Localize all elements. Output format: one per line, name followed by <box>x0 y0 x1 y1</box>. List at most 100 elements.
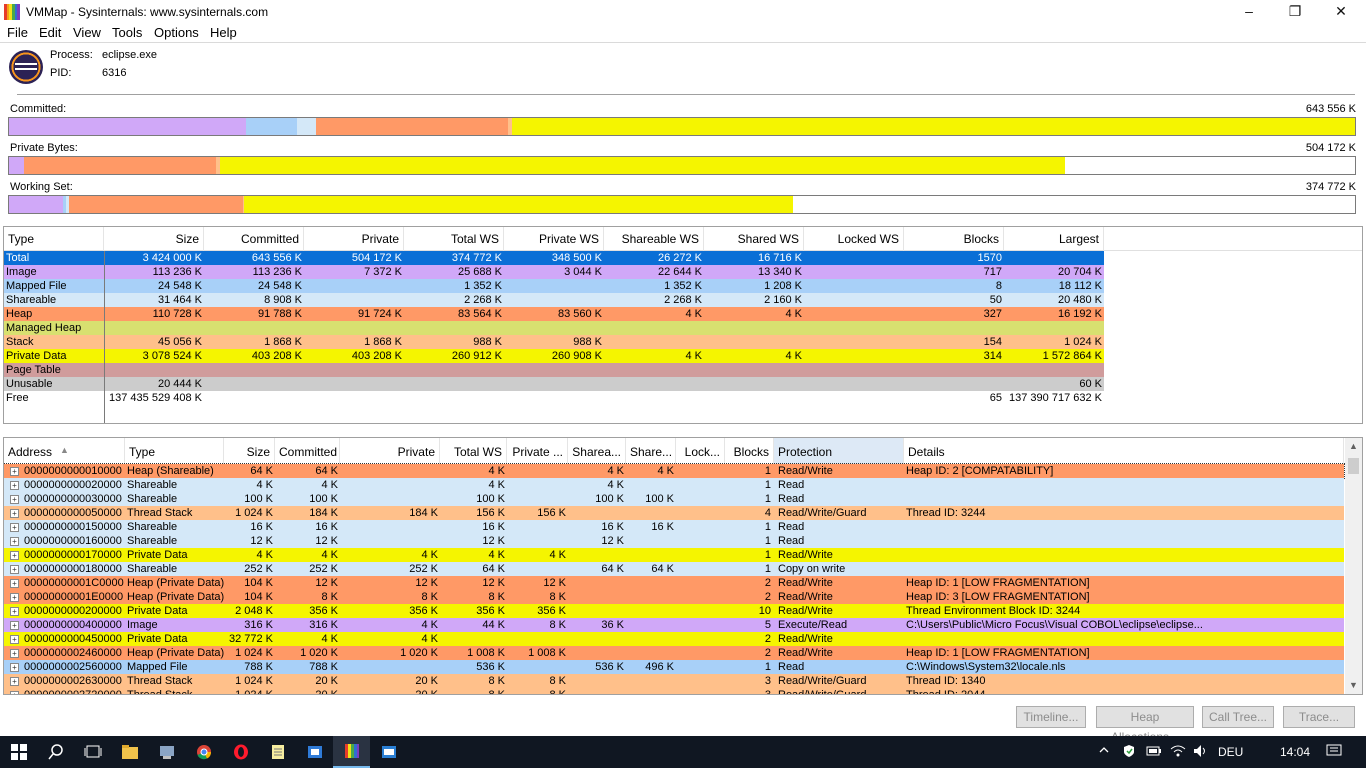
trace-button[interactable]: Trace... <box>1283 706 1355 728</box>
detail-col-committed[interactable]: Committed <box>275 438 340 464</box>
vmmap-icon[interactable] <box>333 736 370 768</box>
summary-row-total[interactable]: Total 3 424 000 K 643 556 K 504 172 K 374 77… <box>4 251 1104 265</box>
expand-icon[interactable]: + <box>10 607 19 616</box>
expand-icon[interactable]: + <box>10 635 19 644</box>
detail-row[interactable]: +0000000000450000 Private Data 32 772 K 4 K… <box>4 632 1344 646</box>
scroll-down-icon[interactable]: ▼ <box>1345 677 1362 694</box>
summary-row-shareable[interactable]: Shareable 31 464 K 8 908 K 2 268 K 2 268 K 2 … <box>4 293 1104 307</box>
close-button[interactable]: ✕ <box>1318 0 1364 24</box>
detail-row[interactable]: +0000000000150000 Shareable 16 K 16 K 16 K 16… <box>4 520 1344 534</box>
notepad-icon[interactable] <box>259 736 296 768</box>
menu-tools[interactable]: Tools <box>112 25 142 40</box>
summary-col-private-ws[interactable]: Private WS <box>504 227 604 251</box>
expand-icon[interactable]: + <box>10 621 19 630</box>
expand-icon[interactable]: + <box>10 565 19 574</box>
expand-icon[interactable]: + <box>10 551 19 560</box>
detail-row[interactable]: +0000000000020000 Shareable 4 K 4 K 4 K 4 K 1R… <box>4 478 1344 492</box>
detail-row[interactable]: +0000000002560000 Mapped File 788 K 788 K 53… <box>4 660 1344 674</box>
detail-row[interactable]: +0000000002460000 Heap (Private Data) 1 02… <box>4 646 1344 660</box>
detail-vertical-scrollbar[interactable]: ▲ ▼ <box>1345 438 1362 694</box>
timeline-button[interactable]: Timeline... <box>1016 706 1086 728</box>
summary-col-shared-ws[interactable]: Shared WS <box>704 227 804 251</box>
summary-row-heap[interactable]: Heap 110 728 K 91 788 K 91 724 K 83 564 K 83 … <box>4 307 1104 321</box>
expand-icon[interactable]: + <box>10 509 19 518</box>
detail-col-lock[interactable]: Lock... <box>676 438 725 464</box>
menu-help[interactable]: Help <box>210 25 237 40</box>
defender-icon[interactable] <box>1122 744 1136 761</box>
summary-col-type[interactable]: Type <box>4 227 104 251</box>
detail-row[interactable]: +00000000001E0000 Heap (Private Data) 104 … <box>4 590 1344 604</box>
expand-icon[interactable]: + <box>10 467 19 476</box>
scroll-up-icon[interactable]: ▲ <box>1345 438 1362 455</box>
detail-row[interactable]: +0000000000400000 Image 316 K 316 K 4 K 44 K 8… <box>4 618 1344 632</box>
file-explorer-icon[interactable] <box>111 736 148 768</box>
detail-col-size[interactable]: Size <box>224 438 275 464</box>
summary-row-private-data[interactable]: Private Data 3 078 524 K 403 208 K 403 208 … <box>4 349 1104 363</box>
expand-icon[interactable]: + <box>10 579 19 588</box>
summary-row-unusable[interactable]: Unusable 20 444 K 60 K <box>4 377 1104 391</box>
summary-col-total-ws[interactable]: Total WS <box>404 227 504 251</box>
detail-row[interactable]: +0000000000010000 Heap (Shareable) 64 K 64 … <box>4 463 1345 479</box>
cobol-icon[interactable] <box>370 736 407 768</box>
detail-row[interactable]: +0000000000180000 Shareable 252 K 252 K 252 … <box>4 562 1344 576</box>
opera-icon[interactable] <box>222 736 259 768</box>
battery-icon[interactable] <box>1146 744 1162 761</box>
volume-icon[interactable] <box>1193 744 1209 761</box>
summary-col-committed[interactable]: Committed <box>204 227 304 251</box>
detail-table[interactable]: Address ▲ Type Size Committed Private Total WS… <box>3 437 1363 695</box>
notifications-icon[interactable] <box>1326 744 1342 761</box>
detail-row[interactable]: +0000000002720000 Thread Stack 1 024 K 20 K… <box>4 688 1344 694</box>
detail-row[interactable]: +00000000001C0000 Heap (Private Data) 104 … <box>4 576 1344 590</box>
summary-table[interactable]: Type Size Committed Private Total WS Private … <box>3 226 1363 424</box>
expand-icon[interactable]: + <box>10 481 19 490</box>
summary-row-free[interactable]: Free 137 435 529 408 K 65 137 390 717 632 K <box>4 391 1104 405</box>
detail-row[interactable]: +0000000000030000 Shareable 100 K 100 K 100 … <box>4 492 1344 506</box>
summary-row-page-table[interactable]: Page Table <box>4 363 1104 377</box>
scroll-thumb[interactable] <box>1348 458 1359 474</box>
expand-icon[interactable]: + <box>10 523 19 532</box>
minimize-button[interactable]: – <box>1226 0 1272 24</box>
chevron-up-icon[interactable] <box>1098 744 1110 759</box>
expand-icon[interactable]: + <box>10 691 19 694</box>
menu-edit[interactable]: Edit <box>39 25 61 40</box>
detail-col-sharea[interactable]: Sharea... <box>568 438 626 464</box>
detail-col-private[interactable]: Private ... <box>507 438 568 464</box>
summary-row-mapped-file[interactable]: Mapped File 24 548 K 24 548 K 1 352 K 1 352 … <box>4 279 1104 293</box>
expand-icon[interactable]: + <box>10 677 19 686</box>
detail-row[interactable]: +0000000000200000 Private Data 2 048 K 356 … <box>4 604 1344 618</box>
expand-icon[interactable]: + <box>10 537 19 546</box>
task-view-icon[interactable] <box>74 736 111 768</box>
detail-col-private[interactable]: Private <box>340 438 440 464</box>
call-tree-button[interactable]: Call Tree... <box>1202 706 1274 728</box>
expand-icon[interactable]: + <box>10 649 19 658</box>
maximize-button[interactable]: ❐ <box>1272 0 1318 24</box>
wifi-icon[interactable] <box>1170 744 1186 761</box>
summary-row-stack[interactable]: Stack 45 056 K 1 868 K 1 868 K 988 K 988 K 154… <box>4 335 1104 349</box>
menu-file[interactable]: File <box>7 25 28 40</box>
detail-row[interactable]: +0000000000170000 Private Data 4 K 4 K 4 K 4 … <box>4 548 1344 562</box>
summary-row-image[interactable]: Image 113 236 K 113 236 K 7 372 K 25 688 K 3 … <box>4 265 1104 279</box>
summary-col-size[interactable]: Size <box>104 227 204 251</box>
detail-col-protection[interactable]: Protection <box>774 438 904 464</box>
detail-col-blocks[interactable]: Blocks <box>725 438 774 464</box>
network-app-icon[interactable] <box>148 736 185 768</box>
heap-allocations-button[interactable]: Heap Allocations... <box>1096 706 1194 744</box>
summary-col-shareable-ws[interactable]: Shareable WS <box>604 227 704 251</box>
summary-col-locked-ws[interactable]: Locked WS <box>804 227 904 251</box>
menu-view[interactable]: View <box>73 25 101 40</box>
start-icon[interactable] <box>0 736 37 768</box>
language-indicator[interactable]: DEU <box>1218 745 1243 759</box>
expand-icon[interactable]: + <box>10 495 19 504</box>
menu-options[interactable]: Options <box>154 25 199 40</box>
outlook-icon[interactable] <box>296 736 333 768</box>
summary-col-blocks[interactable]: Blocks <box>904 227 1004 251</box>
chrome-icon[interactable] <box>185 736 222 768</box>
detail-col-share[interactable]: Share... <box>626 438 676 464</box>
detail-row[interactable]: +0000000002630000 Thread Stack 1 024 K 20 K… <box>4 674 1344 688</box>
detail-col-total-ws[interactable]: Total WS <box>440 438 507 464</box>
expand-icon[interactable]: + <box>10 663 19 672</box>
expand-icon[interactable]: + <box>10 593 19 602</box>
summary-col-private[interactable]: Private <box>304 227 404 251</box>
detail-row[interactable]: +0000000000050000 Thread Stack 1 024 K 184 … <box>4 506 1344 520</box>
detail-col-details[interactable]: Details <box>904 438 1344 464</box>
